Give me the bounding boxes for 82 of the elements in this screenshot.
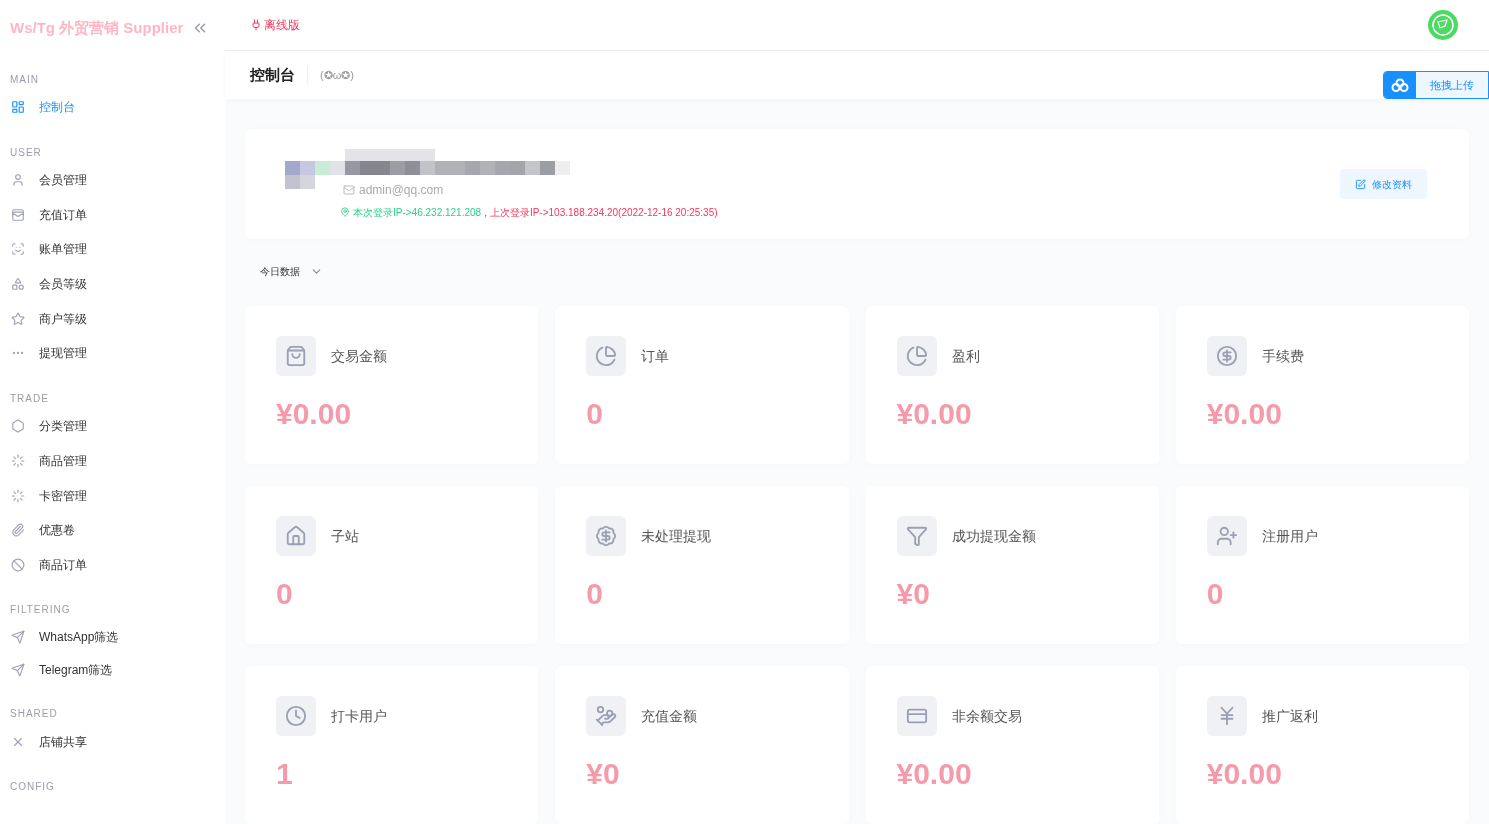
stat-label: 交易金额 [331, 346, 387, 366]
section-heading: SHARED [9, 707, 59, 722]
sidebar-item[interactable]: 商品管理 [0, 443, 225, 479]
clock-icon [285, 705, 307, 727]
stat-label: 手续费 [1261, 346, 1304, 366]
previous-login: 上次登录IP->103.188.234.20(2022-12-16 20:25:35) [489, 205, 718, 220]
sidebar-item[interactable]: 会员管理 [0, 162, 225, 198]
edit-icon [1355, 178, 1366, 190]
dashboard-icon [11, 100, 25, 115]
stat-label: 充值金额 [641, 706, 698, 726]
stat-label: 打卡用户 [331, 706, 387, 726]
section-heading: USER [9, 145, 43, 160]
stat-value: 1 [276, 756, 294, 792]
stat-value: 0 [1206, 576, 1225, 612]
hand-coin-icon [595, 705, 618, 727]
period-dropdown[interactable]: 今日数据 [260, 261, 323, 281]
hexagon-icon [11, 419, 25, 434]
stat-label: 成功提现金额 [951, 526, 1036, 546]
funnel-icon [905, 525, 928, 547]
stat-value: ¥0.00 [1206, 756, 1283, 792]
pie-chart-icon [905, 345, 928, 367]
stat-label: 未处理提现 [641, 526, 712, 546]
send-icon [11, 662, 25, 677]
stat-value: ¥0.00 [1206, 396, 1283, 432]
sidebar-item[interactable]: WhatsApp筛选 [0, 620, 225, 654]
email: admin@qq.com [359, 181, 444, 199]
stat-value: 0 [586, 576, 604, 612]
brand-title: Ws/Tg 外贸营销 Supplier [10, 17, 184, 38]
spinner-icon [11, 488, 25, 503]
stat-label: 订单 [641, 346, 670, 366]
dollar-badge-icon [595, 525, 618, 547]
section-heading: MAIN [9, 73, 40, 87]
sidebar-item[interactable]: 会员等级 [0, 266, 225, 302]
sidebar-item[interactable]: Telegram筛选 [0, 653, 225, 687]
section-heading: CONFIG [9, 779, 56, 794]
user-plus-icon [1215, 525, 1238, 547]
star-icon [11, 311, 25, 326]
page-title: 控制台 [250, 64, 295, 85]
stat-label: 非余额交易 [951, 706, 1022, 726]
location-icon [340, 207, 350, 217]
sidebar-item[interactable]: 充值订单 [0, 197, 225, 233]
plug-icon [250, 19, 262, 31]
send-icon [11, 629, 25, 644]
stat-value: ¥0.00 [896, 396, 973, 432]
pie-chart-icon [595, 345, 618, 367]
sidebar-item[interactable]: 分类管理 [0, 408, 225, 444]
separator: , [484, 205, 487, 220]
sidebar-item[interactable]: 提现管理 [0, 336, 225, 371]
stat-label: 子站 [331, 526, 359, 546]
paperclip-icon [11, 523, 25, 538]
mail-icon [343, 183, 355, 196]
sidebar-item[interactable]: 商品订单 [0, 547, 225, 583]
sidebar-item[interactable]: 账单管理 [0, 232, 225, 267]
avatar[interactable] [1427, 9, 1459, 41]
spinner-icon [11, 453, 25, 468]
stat-label: 推广返利 [1261, 706, 1318, 726]
section-heading: FILTERING [9, 603, 72, 618]
sidebar-item[interactable]: 卡密管理 [0, 478, 225, 513]
stat-value: 0 [276, 576, 294, 612]
sidebar-item[interactable]: 优惠卷 [0, 512, 225, 548]
shapes-icon [11, 277, 25, 292]
page-subtitle: (✪ω✪) [320, 67, 354, 83]
sidebar-item[interactable]: 商户等级 [0, 301, 225, 337]
stat-label: 盈利 [951, 346, 980, 366]
section-heading: TRADE [9, 391, 50, 406]
bag-icon [285, 345, 307, 367]
stat-value: ¥0.00 [276, 396, 353, 432]
offline-label: 离线版 [250, 16, 300, 34]
face-icon [11, 242, 25, 257]
stat-value: 0 [586, 396, 604, 432]
cloud-icon [1391, 78, 1409, 92]
current-login: 本次登录IP->46.232.121.208 [353, 205, 482, 220]
sidebar-item[interactable]: 店铺共享 [0, 724, 225, 759]
user-icon [11, 173, 25, 188]
house-icon [285, 525, 307, 547]
stat-value: ¥0 [896, 576, 931, 612]
card-icon [11, 207, 25, 222]
stat-label: 注册用户 [1261, 526, 1318, 546]
dollar-coin-icon [1215, 345, 1238, 367]
ban-icon [11, 557, 25, 572]
stat-value: ¥0.00 [896, 756, 973, 792]
stat-value: ¥0 [586, 756, 621, 792]
